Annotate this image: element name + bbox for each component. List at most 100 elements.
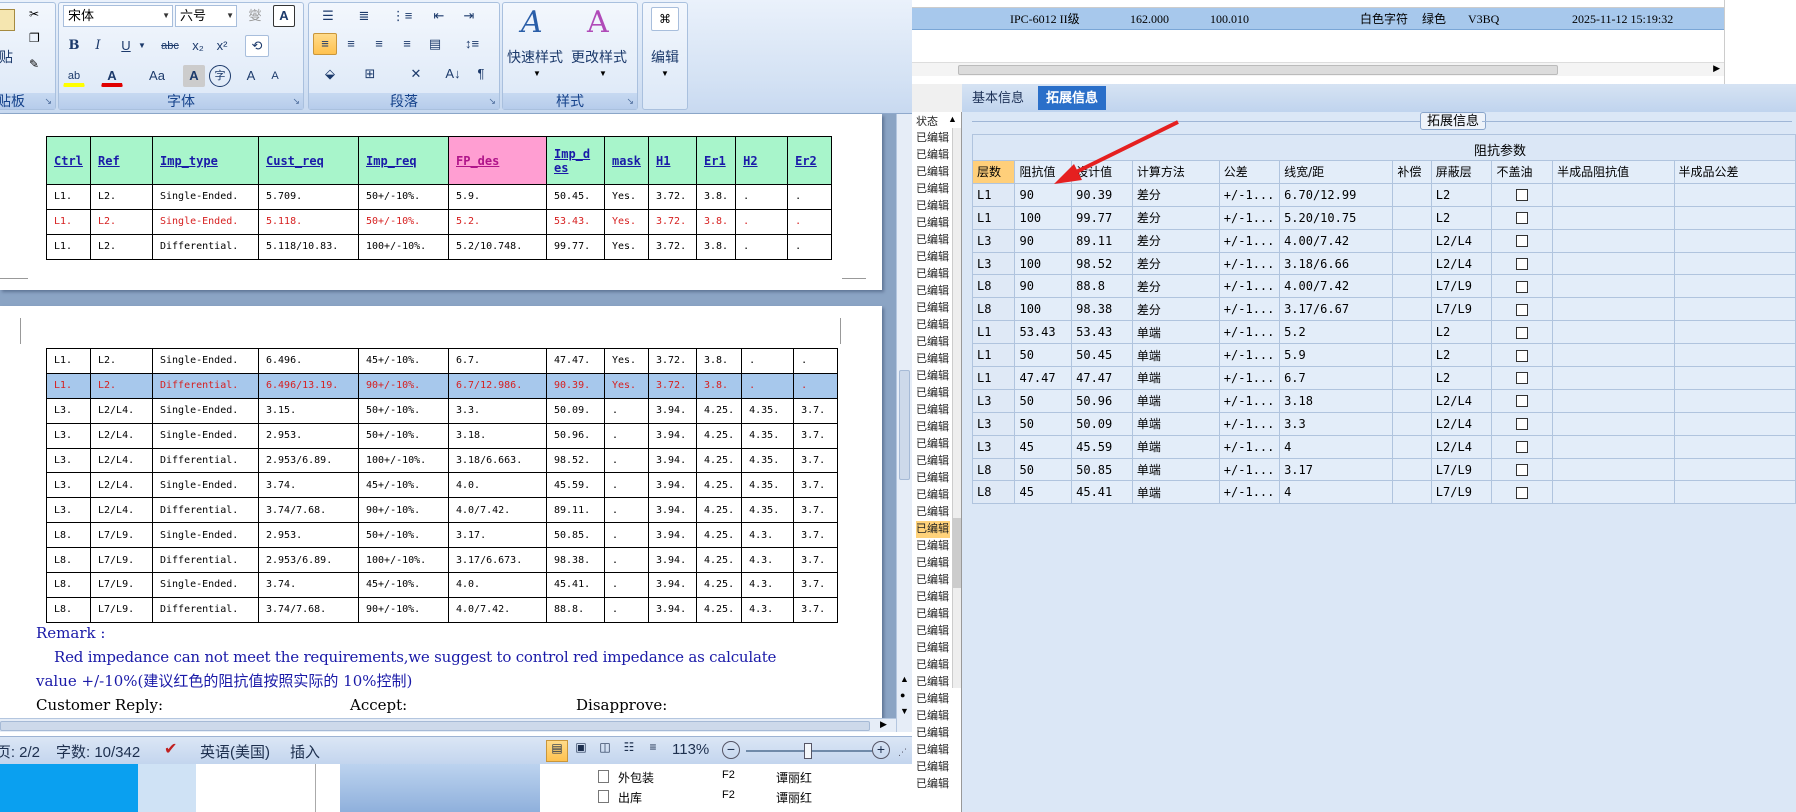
- impedance-cell[interactable]: L1.: [46, 184, 91, 210]
- no-mask-checkbox[interactable]: [1491, 320, 1554, 345]
- param-cell[interactable]: [1392, 251, 1432, 276]
- impedance-cell[interactable]: 5.2/10.748.: [448, 233, 547, 260]
- param-cell[interactable]: 5.9: [1279, 343, 1394, 368]
- param-cell[interactable]: [1392, 366, 1432, 390]
- impedance-cell[interactable]: 3.72.: [648, 184, 697, 210]
- param-cell[interactable]: L3: [971, 434, 1016, 459]
- impedance-cell[interactable]: 4.3.: [741, 572, 795, 598]
- shrink-font-button[interactable]: A: [265, 65, 285, 87]
- no-mask-checkbox[interactable]: [1491, 182, 1554, 207]
- impedance-cell[interactable]: 3.15.: [258, 397, 359, 424]
- impedance-cell[interactable]: 4.0/7.42.: [448, 596, 547, 623]
- impedance-cell[interactable]: L7/L9.: [90, 572, 153, 598]
- status-item[interactable]: 已编辑: [916, 436, 950, 453]
- param-cell[interactable]: L3: [971, 388, 1016, 413]
- impedance-cell[interactable]: 4.25.: [695, 572, 743, 598]
- param-cell[interactable]: [1673, 320, 1796, 345]
- clipboard-launcher-icon[interactable]: ↘: [44, 96, 52, 107]
- draft-view-button[interactable]: ≡: [642, 740, 664, 762]
- param-cell[interactable]: [1673, 434, 1796, 459]
- param-cell[interactable]: L3: [971, 251, 1016, 276]
- quick-styles-label[interactable]: 快速样式: [507, 47, 563, 67]
- paste-label[interactable]: 贴: [0, 47, 13, 67]
- impedance-cell[interactable]: Differential.: [152, 233, 259, 260]
- param-cell[interactable]: L2: [1430, 320, 1493, 345]
- param-cell[interactable]: 差分: [1131, 251, 1220, 276]
- impedance-table-row[interactable]: L3. L2/L4. Single-Ended. 2.953. 50+/-10%. 3.1…: [46, 422, 839, 449]
- status-item[interactable]: 已编辑: [916, 334, 950, 351]
- checkbox-icon[interactable]: [1516, 258, 1529, 270]
- asian-layout-button[interactable]: ✕: [397, 63, 435, 85]
- doc-hscroll-thumb[interactable]: [0, 721, 870, 731]
- status-item[interactable]: 已编辑: [916, 640, 950, 657]
- impedance-table-row[interactable]: L8. L7/L9. Single-Ended. 2.953. 50+/-10%. 3.1…: [46, 522, 839, 549]
- impedance-cell[interactable]: 4.35.: [741, 397, 795, 424]
- impedance-cell[interactable]: L2.: [90, 372, 153, 399]
- tab-basic-info[interactable]: 基本信息: [964, 86, 1032, 110]
- impedance-cell[interactable]: 50+/-10%.: [358, 208, 449, 235]
- bold-button[interactable]: B: [63, 35, 85, 57]
- strikethrough-button[interactable]: abc: [157, 35, 183, 57]
- impedance-cell[interactable]: 3.8.: [695, 348, 743, 374]
- status-item[interactable]: 已编辑: [916, 385, 950, 402]
- impedance-cell[interactable]: Single-Ended.: [152, 472, 259, 499]
- impedance-cell[interactable]: 3.8.: [695, 372, 743, 399]
- param-cell[interactable]: 50: [1014, 388, 1073, 413]
- param-cell[interactable]: +/-1...: [1218, 228, 1281, 253]
- impedance-cell[interactable]: 6.496/13.19.: [258, 372, 359, 399]
- param-cell[interactable]: 53.43: [1071, 320, 1133, 345]
- format-painter-icon[interactable]: ✎: [29, 57, 39, 71]
- param-cell[interactable]: 4: [1279, 480, 1394, 505]
- impedance-cell[interactable]: L3.: [46, 397, 91, 424]
- font-launcher-icon[interactable]: ↘: [292, 96, 300, 107]
- param-cell[interactable]: L8: [971, 297, 1016, 322]
- param-cell[interactable]: [1552, 343, 1675, 368]
- impedance-cell[interactable]: Single-Ended.: [152, 184, 259, 210]
- outline-view-button[interactable]: ☷: [618, 740, 640, 762]
- param-grid-row[interactable]: L1 47.47 47.47 单端 +/-1... 6.7 L2: [971, 366, 1796, 390]
- status-item[interactable]: 已编辑: [916, 198, 950, 215]
- param-cell[interactable]: 45: [1014, 434, 1073, 459]
- status-item[interactable]: 已编辑: [916, 521, 950, 538]
- status-item[interactable]: 已编辑: [916, 555, 950, 572]
- param-cell[interactable]: 99.77: [1071, 205, 1133, 230]
- param-cell[interactable]: 90: [1014, 228, 1073, 253]
- impedance-cell[interactable]: 90+/-10%.: [358, 497, 449, 524]
- impedance-cell[interactable]: 3.72.: [648, 348, 697, 374]
- status-item[interactable]: 已编辑: [916, 232, 950, 249]
- param-cell[interactable]: 100: [1014, 251, 1073, 276]
- word-count[interactable]: 字数: 10/342: [56, 741, 140, 762]
- impedance-cell[interactable]: 90+/-10%.: [358, 596, 449, 623]
- impedance-cell[interactable]: 45+/-10%.: [358, 348, 449, 374]
- impedance-cell[interactable]: 3.8.: [695, 184, 737, 210]
- change-case-icon[interactable]: ⟲: [245, 35, 269, 57]
- impedance-cell[interactable]: 45.41.: [546, 572, 605, 598]
- param-cell[interactable]: 47.47: [1071, 366, 1133, 390]
- param-cell[interactable]: L2: [1430, 343, 1493, 368]
- status-item[interactable]: 已编辑: [916, 300, 950, 317]
- param-column-header[interactable]: 不盖油: [1491, 160, 1554, 184]
- impedance-cell[interactable]: L3.: [46, 447, 91, 474]
- impedance-cell[interactable]: 3.8.: [695, 233, 737, 260]
- impedance-cell[interactable]: 3.74.: [258, 472, 359, 499]
- impedance-cell[interactable]: .: [604, 596, 649, 623]
- impedance-cell[interactable]: L2.: [90, 208, 153, 235]
- bullets-button[interactable]: ☰: [313, 5, 343, 27]
- param-cell[interactable]: [1673, 297, 1796, 322]
- param-cell[interactable]: [1552, 411, 1675, 436]
- param-cell[interactable]: [1673, 274, 1796, 299]
- impedance-cell[interactable]: L8.: [46, 596, 91, 623]
- param-cell[interactable]: 90: [1014, 274, 1073, 299]
- impedance-cell[interactable]: 5.9.: [448, 184, 547, 210]
- param-cell[interactable]: 单端: [1131, 411, 1220, 436]
- impedance-cell[interactable]: 5.709.: [258, 184, 359, 210]
- cut-icon[interactable]: ✂: [29, 7, 39, 21]
- param-cell[interactable]: 50: [1014, 457, 1073, 482]
- param-cell[interactable]: [1392, 480, 1432, 505]
- param-cell[interactable]: [1673, 205, 1796, 230]
- param-cell[interactable]: [1392, 297, 1432, 322]
- impedance-cell[interactable]: Single-Ended.: [152, 522, 259, 549]
- clear-format-button[interactable]: 燮: [243, 5, 267, 27]
- impedance-cell[interactable]: Single-Ended.: [152, 572, 259, 598]
- case-button[interactable]: Aa: [143, 65, 171, 87]
